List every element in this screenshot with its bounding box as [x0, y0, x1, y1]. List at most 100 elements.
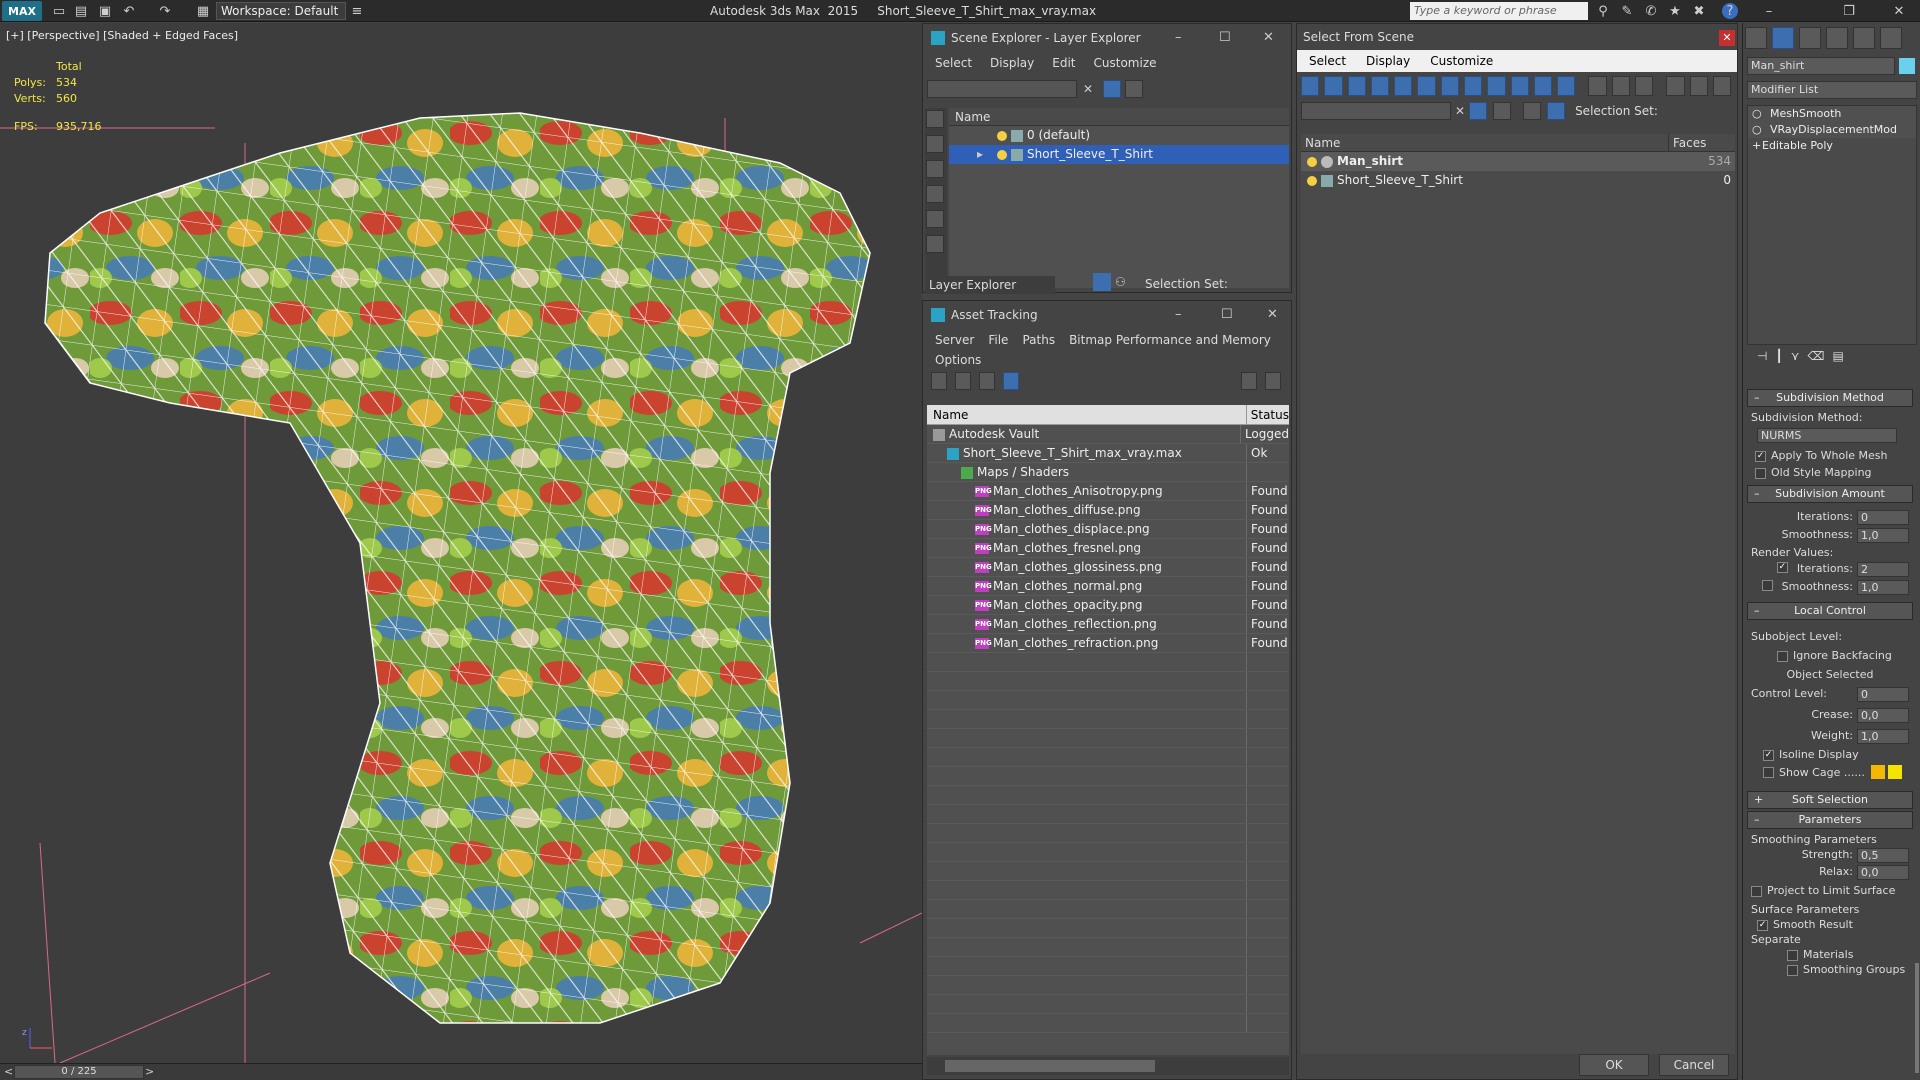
rollout-soft-selection[interactable]: + Soft Selection — [1747, 791, 1913, 809]
utilities-tab-icon[interactable] — [1880, 27, 1902, 49]
menu-edit[interactable]: Edit — [1052, 56, 1075, 70]
relax-spinner[interactable]: 0,0 — [1857, 865, 1909, 880]
cancel-button[interactable]: Cancel — [1659, 1054, 1729, 1076]
favorites-icon[interactable]: ★ — [1666, 2, 1684, 20]
help-icon[interactable] — [1241, 372, 1257, 390]
perspective-viewport[interactable]: z [+] [Perspective] [Shaded + Edged Face… — [0, 23, 922, 1063]
asset-row[interactable]: PNGMan_clothes_Anisotropy.png Found — [927, 482, 1289, 501]
display-groups-icon[interactable] — [1440, 76, 1459, 96]
maximize-icon[interactable]: ☐ — [1219, 30, 1231, 45]
layer-icon[interactable] — [1523, 102, 1542, 120]
remove-modifier-icon[interactable]: ⌫ — [1807, 349, 1824, 373]
crease-spinner[interactable]: 0,0 — [1857, 708, 1909, 723]
pin-stack-icon[interactable]: ⊣ — [1757, 349, 1767, 373]
column-name[interactable]: Name — [927, 405, 1247, 424]
minimize-icon[interactable]: – — [1760, 2, 1778, 20]
time-prev-icon[interactable]: < — [4, 1065, 13, 1078]
isoline-display-checkbox[interactable]: ✓ — [1763, 749, 1774, 761]
asset-row[interactable]: PNGMan_clothes_diffuse.png Found — [927, 501, 1289, 520]
light-bulb-icon[interactable] — [997, 149, 1007, 160]
horizontal-scrollbar[interactable] — [927, 1057, 1289, 1075]
collapse-icon[interactable] — [1712, 76, 1732, 96]
layer-row-selected[interactable]: ▸ Short_Sleeve_T_Shirt — [949, 145, 1289, 164]
refresh-icon[interactable] — [931, 372, 947, 390]
rollout-subdivision-amount[interactable]: – Subdivision Amount — [1747, 485, 1913, 503]
column-name[interactable]: Name — [1301, 134, 1669, 151]
menu-select[interactable]: Select — [935, 56, 972, 70]
search-input[interactable]: Type a keyword or phrase — [1410, 2, 1588, 20]
display-hidden-icon[interactable] — [1557, 76, 1576, 96]
smooth-result-checkbox[interactable]: ✓ — [1757, 919, 1768, 931]
menu-options[interactable]: Options — [935, 353, 981, 367]
stack-item-vraydisplacement[interactable]: ○ VRayDisplacementMod — [1748, 122, 1916, 138]
close-icon[interactable]: ✕ — [1267, 307, 1278, 322]
select-from-scene-titlebar[interactable]: Select From Scene ✕ — [1297, 24, 1737, 50]
redo-icon[interactable]: ↷ — [156, 2, 174, 20]
undo-icon[interactable]: ↶ — [120, 2, 138, 20]
display-cameras-icon[interactable] — [1370, 76, 1390, 96]
display-cameras-icon[interactable] — [926, 185, 944, 203]
column-faces[interactable]: Faces — [1669, 134, 1706, 151]
workspace-dropdown[interactable]: Workspace: Default — [216, 2, 346, 20]
display-bones-icon[interactable] — [1487, 76, 1506, 96]
workspace-menu-icon[interactable]: ≡ — [348, 2, 366, 20]
apply-whole-mesh-checkbox[interactable]: ✓ — [1755, 450, 1766, 462]
rollout-local-control[interactable]: – Local Control — [1747, 602, 1913, 620]
bulb-icon[interactable]: ○ — [1752, 106, 1762, 122]
expand-arrow-icon[interactable]: ▸ — [977, 145, 983, 164]
asset-row[interactable]: PNGMan_clothes_normal.png Found — [927, 577, 1289, 596]
project-limit-checkbox[interactable] — [1751, 885, 1762, 897]
filter-icon[interactable] — [1469, 102, 1488, 120]
cage-color-swatch-2[interactable] — [1887, 765, 1902, 779]
display-invert-icon[interactable] — [1634, 76, 1654, 96]
display-tab-icon[interactable] — [1853, 27, 1875, 49]
smoothness-spinner[interactable]: 1,0 — [1857, 528, 1909, 543]
command-panel-scrollbar[interactable] — [1915, 963, 1919, 1073]
communication-icon[interactable]: ✆ — [1642, 2, 1660, 20]
close-icon[interactable]: ✕ — [1263, 30, 1274, 45]
control-level-spinner[interactable]: 0 — [1857, 687, 1909, 702]
rollout-subdivision-method[interactable]: – Subdivision Method — [1747, 389, 1913, 407]
scrollbar-thumb[interactable] — [945, 1060, 1155, 1072]
display-shapes-icon[interactable] — [926, 135, 944, 153]
display-lights-icon[interactable] — [926, 160, 944, 178]
time-slider-thumb[interactable]: 0 / 225 — [14, 1065, 144, 1079]
maximize-icon[interactable]: ☐ — [1221, 307, 1233, 322]
render-iterations-spinner[interactable]: 2 — [1857, 562, 1909, 577]
asset-row[interactable]: PNGMan_clothes_opacity.png Found — [927, 596, 1289, 615]
object-name-field[interactable]: Man_shirt — [1747, 57, 1895, 75]
menu-display[interactable]: Display — [1366, 54, 1410, 68]
hierarchy-icon[interactable] — [1689, 76, 1708, 96]
iterations-spinner[interactable]: 0 — [1857, 510, 1909, 525]
hierarchy-icon[interactable]: ⚇ — [1115, 275, 1126, 289]
table-view-icon[interactable] — [1003, 372, 1019, 390]
close-icon[interactable]: ✕ — [1719, 30, 1735, 46]
strength-spinner[interactable]: 0,5 — [1857, 848, 1909, 863]
smoothing-groups-checkbox[interactable] — [1787, 964, 1798, 976]
bulb-icon[interactable]: ○ — [1752, 122, 1762, 138]
display-geometry-icon[interactable] — [926, 110, 944, 128]
asset-row[interactable]: Maps / Shaders — [927, 463, 1289, 482]
column-status[interactable]: Status — [1247, 405, 1289, 424]
stack-item-editable-poly[interactable]: + Editable Poly — [1748, 138, 1916, 154]
display-helpers-icon[interactable] — [926, 210, 944, 228]
clear-filter-icon[interactable]: ✕ — [1083, 82, 1093, 96]
scene-explorer-titlebar[interactable]: Scene Explorer - Layer Explorer – ☐ ✕ — [923, 24, 1291, 52]
stack-item-meshsmooth[interactable]: ○ MeshSmooth — [1748, 106, 1916, 122]
asset-row[interactable]: PNGMan_clothes_refraction.png Found — [927, 634, 1289, 653]
asset-row[interactable]: PNGMan_clothes_reflection.png Found — [927, 615, 1289, 634]
scene-explorer-filter-input[interactable] — [927, 80, 1077, 98]
motion-tab-icon[interactable] — [1826, 27, 1848, 49]
list-view-icon[interactable] — [955, 372, 971, 390]
hierarchy-view-icon[interactable] — [1547, 102, 1566, 120]
ignore-backfacing-checkbox[interactable] — [1777, 650, 1788, 662]
render-smoothness-checkbox[interactable] — [1761, 580, 1773, 591]
subscription-icon[interactable]: ✎ — [1618, 2, 1636, 20]
ok-button[interactable]: OK — [1579, 1054, 1649, 1076]
configure-sets-icon[interactable]: ▤ — [1832, 349, 1843, 373]
asset-tracking-titlebar[interactable]: Asset Tracking – ☐ ✕ — [923, 301, 1291, 329]
project-folder-icon[interactable]: ▦ — [194, 2, 212, 20]
modify-tab-icon[interactable] — [1772, 27, 1794, 49]
object-row-selected[interactable]: Man_shirt 534 — [1301, 152, 1735, 171]
menu-customize[interactable]: Customize — [1430, 54, 1493, 68]
